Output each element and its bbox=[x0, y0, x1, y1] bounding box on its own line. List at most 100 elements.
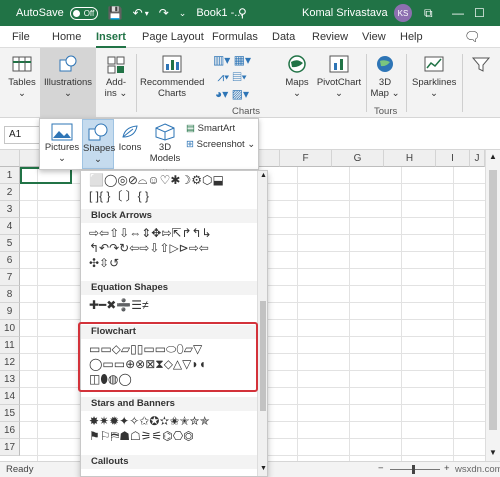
row-header[interactable]: 15 bbox=[0, 405, 20, 422]
maximize-icon[interactable]: ☐ bbox=[474, 6, 485, 20]
document-title: Book1 -... bbox=[196, 7, 244, 19]
undo-icon[interactable]: ↶ bbox=[133, 6, 143, 20]
shape-row[interactable]: ⬜◯◎⊘⌓☺♡✱☽⚙⬡⬓ bbox=[89, 173, 224, 188]
autosave-state: Off bbox=[83, 8, 95, 18]
undo-dropdown-icon[interactable]: ▾ bbox=[145, 9, 149, 18]
line-chart-icon: ⩘▾ bbox=[217, 70, 230, 84]
chevron-down-icon: ⌄ bbox=[18, 88, 26, 99]
shape-row[interactable]: ↰↶↷↻⇦⇨⇩⇧▷⊳⇨⇦ bbox=[89, 241, 209, 255]
zoom-plus-icon[interactable]: + bbox=[444, 463, 450, 474]
ribbon: Tables ⌄ Illustrations ⌄ Add-ins ⌄ Recomme… bbox=[0, 48, 500, 118]
sparklines-button[interactable]: Sparklines ⌄ bbox=[412, 54, 456, 99]
maps-label: Maps bbox=[285, 77, 309, 88]
row-header[interactable]: 13 bbox=[0, 371, 20, 388]
chart-types-button[interactable]: ▥▾ ▦▾ ⩘▾ ▤▾ ◕▾ ▨▾ bbox=[206, 52, 258, 103]
zoom-minus-icon[interactable]: − bbox=[378, 463, 384, 474]
column-header-g[interactable]: G bbox=[332, 150, 384, 167]
tab-home[interactable]: Home bbox=[52, 31, 81, 43]
tab-view[interactable]: View bbox=[362, 31, 386, 43]
customize-toolbar-icon[interactable]: ⌄ bbox=[179, 8, 187, 19]
tab-file[interactable]: File bbox=[12, 31, 30, 43]
column-header-f[interactable]: F bbox=[280, 150, 332, 167]
column-header-j[interactable]: J bbox=[470, 150, 485, 167]
row-header[interactable]: 8 bbox=[0, 286, 20, 303]
tab-review[interactable]: Review bbox=[312, 31, 348, 43]
select-all-corner[interactable] bbox=[0, 150, 20, 167]
recommended-label-1: Recommended bbox=[140, 77, 205, 88]
scroll-down-icon[interactable]: ▼ bbox=[489, 448, 497, 457]
row-header[interactable]: 10 bbox=[0, 320, 20, 337]
row-header[interactable]: 1 bbox=[0, 167, 20, 184]
shapes-button[interactable]: Shapes ⌄ bbox=[82, 119, 115, 169]
row-header[interactable]: 7 bbox=[0, 269, 20, 286]
tab-help[interactable]: Help bbox=[400, 31, 423, 43]
tab-data[interactable]: Data bbox=[272, 31, 295, 43]
pivotchart-icon bbox=[329, 55, 349, 73]
scroll-down-icon[interactable]: ▼ bbox=[260, 465, 267, 472]
row-header[interactable]: 3 bbox=[0, 201, 20, 218]
row-header[interactable]: 11 bbox=[0, 337, 20, 354]
smartart-button[interactable]: ▤ SmartArt bbox=[186, 123, 256, 134]
shape-row[interactable]: ✣⇳↺ bbox=[89, 256, 119, 270]
screenshot-icon: ⊞ bbox=[186, 139, 194, 150]
shape-row[interactable]: ⇨⇦⇧⇩⇔⇕✥⇰⇱↱↰↳ bbox=[89, 226, 212, 240]
screenshot-button[interactable]: ⊞ Screenshot ⌄ bbox=[186, 139, 260, 150]
addins-button[interactable]: Add-ins ⌄ bbox=[100, 54, 132, 99]
search-icon[interactable]: ⚲ bbox=[238, 6, 247, 20]
column-header-i[interactable]: I bbox=[436, 150, 470, 167]
pivotchart-button[interactable]: PivotChart ⌄ bbox=[314, 54, 364, 99]
ribbon-display-icon[interactable]: ⧉ bbox=[424, 6, 433, 21]
flowchart-highlight bbox=[78, 322, 258, 392]
cube-icon bbox=[155, 123, 175, 141]
row-header[interactable]: 14 bbox=[0, 388, 20, 405]
row-header[interactable]: 12 bbox=[0, 354, 20, 371]
avatar[interactable]: KS bbox=[394, 4, 412, 22]
section-title-block-arrows: Block Arrows bbox=[81, 209, 257, 223]
zoom-slider[interactable] bbox=[390, 469, 440, 470]
illustrations-dropdown: Pictures⌄ Shapes⌄ Icons 3DModels ⌄ ▤ Sma… bbox=[39, 118, 260, 175]
gallery-scrollbar[interactable]: ▲ ▼ bbox=[257, 171, 267, 476]
minimize-icon[interactable]: — bbox=[452, 6, 464, 20]
shape-row[interactable]: ✸✷✹✦✧✩✪✫✬✭✮✯ bbox=[89, 414, 210, 428]
pie-chart-icon: ◕▾ bbox=[215, 87, 229, 101]
tab-insert[interactable]: Insert bbox=[96, 31, 126, 48]
pictures-button[interactable]: Pictures ⌄ bbox=[44, 121, 80, 169]
row-header[interactable]: 6 bbox=[0, 252, 20, 269]
scroll-up-icon[interactable]: ▲ bbox=[260, 172, 267, 179]
maps-button[interactable]: Maps ⌄ bbox=[282, 54, 312, 99]
section-title-equation-shapes: Equation Shapes bbox=[81, 281, 257, 295]
row-header[interactable]: 9 bbox=[0, 303, 20, 320]
row-header[interactable]: 2 bbox=[0, 184, 20, 201]
vertical-scrollbar[interactable]: ▲ ▼ bbox=[485, 150, 500, 461]
section-title-callouts: Callouts bbox=[81, 455, 257, 469]
illustrations-button[interactable]: Illustrations ⌄ bbox=[40, 48, 96, 118]
tab-formulas[interactable]: Formulas bbox=[212, 31, 258, 43]
recommended-charts-button[interactable]: Recommended Charts bbox=[140, 54, 204, 99]
redo-icon[interactable]: ↷ bbox=[159, 6, 169, 20]
hierarchy-chart-icon: ▦▾ bbox=[233, 53, 252, 67]
shape-row[interactable]: ⚑⚐⛿☗☖⚞⚟⌬⎔⏣ bbox=[89, 429, 194, 444]
shape-row[interactable]: [ ]{ }〔 〕{ } bbox=[89, 187, 149, 204]
gallery-scroll-thumb[interactable] bbox=[260, 301, 266, 411]
icons-button[interactable]: Icons bbox=[116, 121, 144, 169]
row-header[interactable]: 16 bbox=[0, 422, 20, 439]
3d-models-button[interactable]: 3DModels ⌄ bbox=[146, 121, 184, 175]
comments-icon[interactable]: 🗨 bbox=[464, 29, 481, 45]
zoom-slider-thumb[interactable] bbox=[412, 465, 415, 474]
smartart-label: SmartArt bbox=[197, 123, 236, 134]
save-icon[interactable]: 💾 bbox=[108, 6, 123, 20]
row-header[interactable]: 5 bbox=[0, 235, 20, 252]
tab-page-layout[interactable]: Page Layout bbox=[142, 31, 204, 43]
row-header[interactable]: 4 bbox=[0, 218, 20, 235]
shape-row[interactable]: ✚━✖➗☰≠ bbox=[89, 298, 149, 312]
autosave-toggle[interactable]: Off bbox=[69, 6, 98, 20]
3d-models-label-2: Models bbox=[149, 153, 181, 164]
icons-icon bbox=[122, 125, 138, 138]
tables-button[interactable]: Tables ⌄ bbox=[6, 54, 38, 99]
scroll-up-icon[interactable]: ▲ bbox=[489, 152, 497, 161]
3d-map-button[interactable]: 3D Map ⌄ bbox=[370, 54, 400, 99]
row-header[interactable]: 17 bbox=[0, 439, 20, 456]
scroll-thumb[interactable] bbox=[489, 170, 497, 430]
column-header-h[interactable]: H bbox=[384, 150, 436, 167]
filters-button[interactable] bbox=[468, 54, 494, 77]
